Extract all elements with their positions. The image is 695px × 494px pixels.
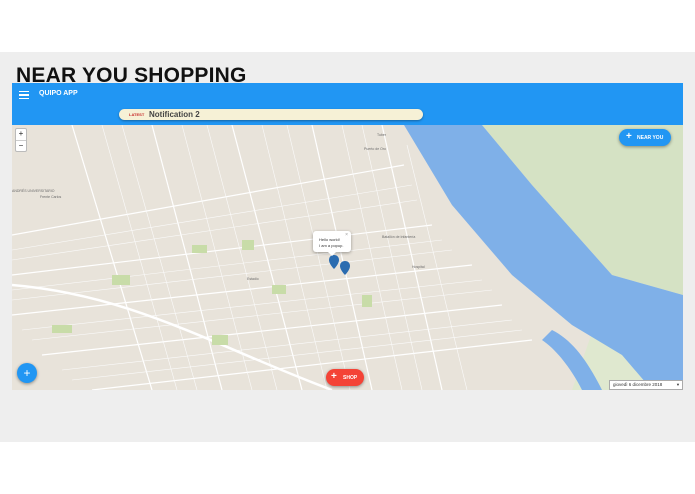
close-icon[interactable]: × [345, 232, 348, 238]
map-popup: × Hello world! I am a popup. [313, 231, 351, 256]
map-label: Puerto de Oro [364, 147, 386, 151]
notification-text: Notification 2 [149, 110, 200, 119]
shop-button[interactable]: + SHOP [326, 369, 364, 386]
map-label: Frente Carlos [40, 195, 62, 199]
app-bar: QUIPO APP LATEST Notification 2 [12, 83, 683, 125]
hamburger-menu-icon[interactable] [19, 91, 29, 100]
map-label: Estadio [247, 277, 259, 281]
zoom-control: + − [15, 128, 27, 152]
notification-badge: LATEST [129, 112, 145, 117]
shop-label: SHOP [343, 375, 358, 381]
chevron-down-icon: ▼ [676, 382, 680, 387]
map-label: ANDRÉS UNIVERSITARIO [12, 189, 55, 193]
app-title: QUIPO APP [39, 90, 78, 97]
map-label: Tuber [377, 133, 387, 137]
zoom-out-button[interactable]: − [16, 141, 26, 152]
popup-title: Hello world! [319, 237, 340, 242]
near-you-label: NEAR YOU [637, 135, 664, 141]
zoom-in-button[interactable]: + [16, 129, 26, 141]
date-select[interactable]: giovedì 6 dicembre 2018 ▼ [609, 380, 683, 390]
date-select-value: giovedì 6 dicembre 2018 [613, 382, 663, 387]
plus-icon: + [331, 371, 337, 382]
map-canvas[interactable] [12, 125, 683, 390]
plus-icon: + [626, 131, 632, 142]
map-label: Hospital [412, 265, 425, 269]
near-you-button[interactable]: + NEAR YOU [619, 129, 671, 146]
notification-bar[interactable]: LATEST Notification 2 [119, 109, 423, 120]
app-window: Puerto de Oro Batallón de Infantería Tub… [12, 83, 683, 390]
map-label: Batallón de Infantería [382, 235, 416, 239]
add-fab-button[interactable]: + [17, 363, 37, 383]
map[interactable]: Puerto de Oro Batallón de Infantería Tub… [12, 125, 683, 390]
popup-body: I am a popup. [319, 243, 344, 248]
